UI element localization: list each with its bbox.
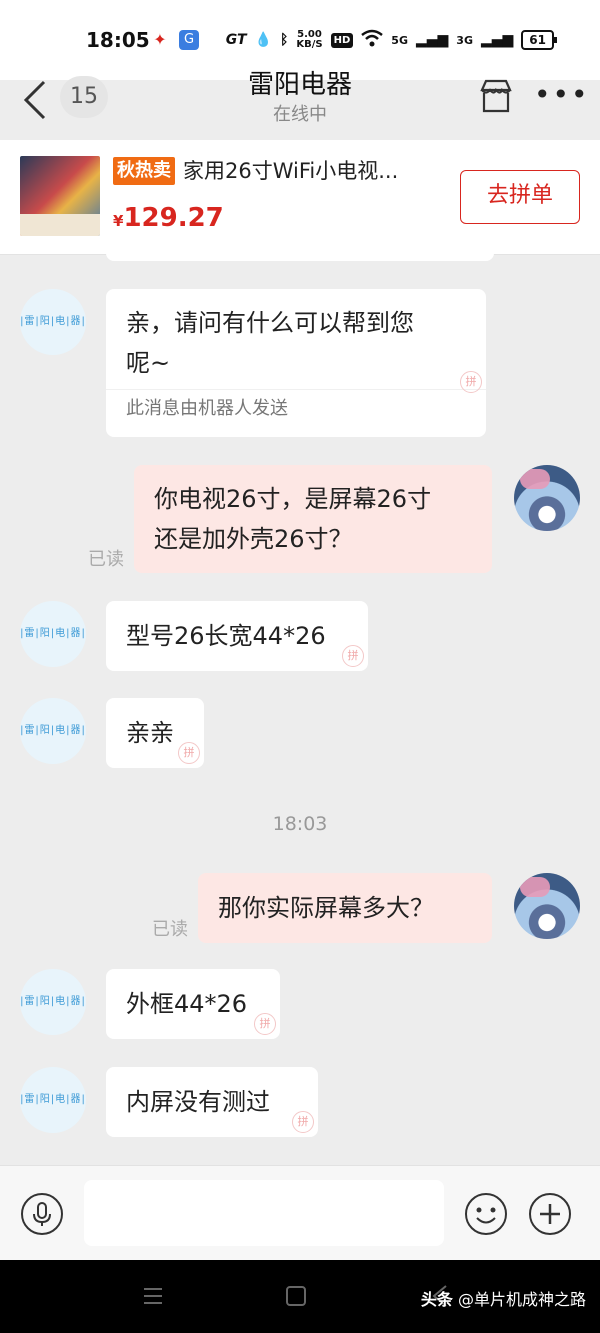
product-name[interactable]: 家用26寸WiFi小电视... xyxy=(183,156,398,186)
message-bubble[interactable]: 亲亲 拼 xyxy=(106,698,204,768)
product-card[interactable]: 秋热卖 家用26寸WiFi小电视... 去拼单 xyxy=(0,140,600,255)
group-buy-button[interactable]: 去拼单 xyxy=(460,170,580,224)
user-avatar[interactable] xyxy=(514,465,580,531)
shop-avatar[interactable]: |雷|阳|电|器| xyxy=(20,1067,86,1133)
store-icon[interactable] xyxy=(478,78,514,114)
message-bubble-outgoing[interactable]: 那你实际屏幕多大？ xyxy=(198,873,492,943)
status-time: 18:05 xyxy=(86,28,150,52)
price-currency-symbol: ¥ xyxy=(113,212,124,230)
signal-3g-label: 3G xyxy=(456,33,473,47)
read-receipt: 已读 xyxy=(152,919,188,940)
recent-apps-icon[interactable] xyxy=(142,1286,164,1306)
browser-icon: G xyxy=(179,30,199,50)
shop-avatar[interactable]: |雷|阳|电|器| xyxy=(20,698,86,764)
system-navigation-bar: 头条 @单片机成神之路 xyxy=(0,1260,600,1333)
home-icon[interactable] xyxy=(286,1286,306,1306)
wifi-icon xyxy=(361,29,384,51)
message-text: 那你实际屏幕多大？ xyxy=(218,894,434,922)
message-input[interactable] xyxy=(84,1180,444,1246)
message-bubble-outgoing[interactable]: 你电视26寸，是屏幕26寸 还是加外壳26寸？ xyxy=(134,465,492,573)
message-bubble[interactable]: 亲，请问有什么可以帮到您 呢~ 此消息由机器人发送 拼 xyxy=(106,289,486,437)
signal-bars-icon-2: ▂▄▆ xyxy=(480,32,514,48)
shop-avatar[interactable]: |雷|阳|电|器| xyxy=(20,601,86,667)
battery-indicator: 61 xyxy=(521,30,557,50)
message-input-bar xyxy=(0,1165,600,1260)
message-bubble[interactable]: 型号26长宽44*26 拼 xyxy=(106,601,368,671)
network-speed: 5.00 KB/S xyxy=(296,30,322,50)
message-bubble[interactable]: 内屏没有测过 拼 xyxy=(106,1067,318,1137)
watermark-handle: @单片机成神之路 xyxy=(457,1290,586,1309)
signal-bars-icon: ▂▄▆ xyxy=(415,32,449,48)
pin-stamp-icon: 拼 xyxy=(460,371,482,393)
network-speed-unit: KB/S xyxy=(296,39,323,50)
read-receipt: 已读 xyxy=(88,549,124,570)
pin-stamp-icon: 拼 xyxy=(342,645,364,667)
message-text-line: 你电视26寸，是屏幕26寸 xyxy=(154,485,432,513)
partial-message-bubble xyxy=(106,245,494,261)
bot-message-note: 此消息由机器人发送 xyxy=(106,389,486,430)
status-indicators: GT 💧 ᛒ 5.00 KB/S HD 5G ▂▄▆ 3G ▂▄▆ 61 xyxy=(225,28,557,52)
add-attachment-icon[interactable] xyxy=(528,1192,572,1236)
time-divider: 18:03 xyxy=(272,813,328,835)
pinduoduo-icon: ✦ xyxy=(153,30,167,49)
voice-input-icon[interactable] xyxy=(20,1192,64,1236)
product-price: ¥129.27 xyxy=(113,203,224,233)
shop-avatar[interactable]: |雷|阳|电|器| xyxy=(20,969,86,1035)
user-avatar[interactable] xyxy=(514,873,580,939)
shop-avatar[interactable]: |雷|阳|电|器| xyxy=(20,289,86,355)
water-drop-icon: 💧 xyxy=(254,32,272,48)
pin-stamp-icon: 拼 xyxy=(292,1111,314,1133)
product-thumbnail-banner xyxy=(20,214,100,236)
brand-mode-label: GT xyxy=(225,32,247,48)
signal-5g-label: 5G xyxy=(391,33,408,47)
watermark: 头条 @单片机成神之路 xyxy=(421,1286,586,1310)
message-text-line: 还是加外壳26寸？ xyxy=(154,525,353,553)
hot-sale-tag: 秋热卖 xyxy=(113,157,175,185)
watermark-prefix: 头条 xyxy=(420,1290,453,1309)
pin-stamp-icon: 拼 xyxy=(178,742,200,764)
hd-voice-badge: HD xyxy=(330,32,354,48)
pin-stamp-icon: 拼 xyxy=(254,1013,276,1035)
product-thumbnail[interactable] xyxy=(20,156,100,236)
message-bubble[interactable]: 外框44*26 拼 xyxy=(106,969,280,1039)
message-text: 内屏没有测过 xyxy=(126,1088,270,1116)
message-text-line: 呢~ xyxy=(126,349,171,377)
message-text: 型号26长宽44*26 xyxy=(126,622,326,650)
message-text-line: 亲，请问有什么可以帮到您 xyxy=(126,309,414,337)
chat-message-list[interactable]: |雷|阳|电|器| 亲，请问有什么可以帮到您 呢~ 此消息由机器人发送 拼 已读… xyxy=(0,245,600,1165)
bluetooth-icon: ᛒ xyxy=(279,32,289,48)
price-value: 129.27 xyxy=(123,203,224,233)
more-options-icon[interactable]: ••• xyxy=(534,80,588,110)
emoji-icon[interactable] xyxy=(464,1192,508,1236)
